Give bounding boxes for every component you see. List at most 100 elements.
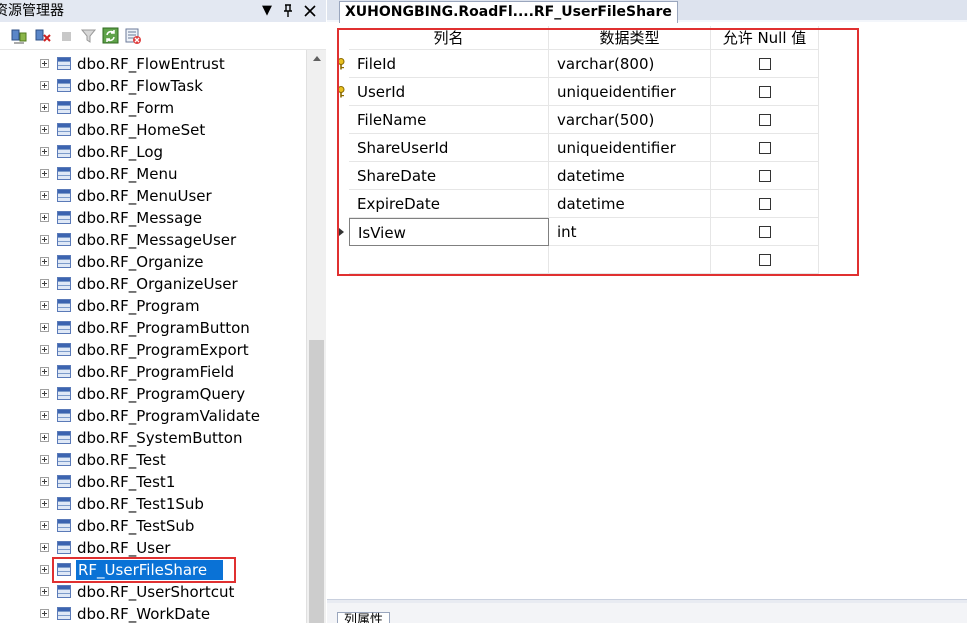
stop-icon[interactable] <box>58 27 76 45</box>
tree-node-label: dbo.RF_UserShortcut <box>77 583 235 601</box>
tree-node[interactable]: dbo.RF_TestSub <box>0 515 306 537</box>
tree-node-label: dbo.RF_Log <box>77 143 164 161</box>
table-icon <box>57 365 71 378</box>
auto-hide-pin-icon[interactable] <box>279 1 297 21</box>
table-icon <box>57 123 71 136</box>
expand-plus-icon[interactable] <box>40 213 49 222</box>
expand-plus-icon[interactable] <box>40 433 49 442</box>
expand-plus-icon[interactable] <box>40 235 49 244</box>
expand-plus-icon[interactable] <box>40 191 49 200</box>
tree-scrollbar[interactable] <box>306 50 326 623</box>
expand-plus-icon[interactable] <box>40 389 49 398</box>
expand-plus-icon[interactable] <box>40 279 49 288</box>
expand-plus-icon[interactable] <box>40 499 49 508</box>
expand-plus-icon[interactable] <box>40 455 49 464</box>
tree-node[interactable]: dbo.RF_Test1 <box>0 471 306 493</box>
object-tree: dbo.RF_FlowEntrust dbo.RF_FlowTask dbo.RF_… <box>0 50 306 623</box>
tree-node[interactable]: dbo.RF_Menu <box>0 163 306 185</box>
expand-plus-icon[interactable] <box>40 543 49 552</box>
expand-plus-icon[interactable] <box>40 169 49 178</box>
window-position-dropdown-icon[interactable]: ▼ <box>258 1 276 21</box>
expand-plus-icon[interactable] <box>40 125 49 134</box>
tree-node-label: dbo.RF_Test1 <box>77 473 176 491</box>
scroll-up-arrow-icon[interactable] <box>313 56 321 61</box>
tree-node[interactable]: dbo.RF_HomeSet <box>0 119 306 141</box>
disconnect-icon[interactable] <box>34 27 52 45</box>
filter-icon[interactable] <box>80 27 98 45</box>
tree-node-label: dbo.RF_WorkDate <box>77 605 211 623</box>
expand-plus-icon[interactable] <box>40 521 49 530</box>
tab-rf-userfileshare[interactable]: XUHONGBING.RoadFl....RF_UserFileShare <box>339 1 678 23</box>
tree-node[interactable]: dbo.RF_FlowEntrust <box>0 53 306 75</box>
tree-node[interactable]: dbo.RF_ProgramButton <box>0 317 306 339</box>
table-icon <box>57 299 71 312</box>
summary-icon[interactable] <box>124 27 142 45</box>
tree-node[interactable]: dbo.RF_ProgramQuery <box>0 383 306 405</box>
table-icon <box>57 607 71 620</box>
table-icon <box>57 277 71 290</box>
tree-node[interactable]: dbo.RF_OrganizeUser <box>0 273 306 295</box>
tree-node[interactable]: dbo.RF_ProgramField <box>0 361 306 383</box>
expand-plus-icon[interactable] <box>40 345 49 354</box>
refresh-icon[interactable] <box>102 27 120 45</box>
table-icon <box>57 343 71 356</box>
object-explorer-toolbar <box>0 22 326 50</box>
expand-plus-icon[interactable] <box>40 609 49 618</box>
tree-node[interactable]: dbo.RF_Message <box>0 207 306 229</box>
table-icon <box>57 167 71 180</box>
tree-node-label: dbo.RF_MessageUser <box>77 231 237 249</box>
expand-plus-icon[interactable] <box>40 323 49 332</box>
expand-plus-icon[interactable] <box>40 477 49 486</box>
tree-node[interactable]: dbo.RF_UserShortcut <box>0 581 306 603</box>
expand-plus-icon[interactable] <box>40 59 49 68</box>
expand-plus-icon[interactable] <box>40 301 49 310</box>
tree-node[interactable]: dbo.RF_ProgramExport <box>0 339 306 361</box>
table-icon <box>57 79 71 92</box>
expand-plus-icon[interactable] <box>40 81 49 90</box>
tree-node-label: dbo.RF_SystemButton <box>77 429 243 447</box>
table-icon <box>57 101 71 114</box>
expand-plus-icon[interactable] <box>40 565 49 574</box>
tree-node-label: dbo.RF_ProgramButton <box>77 319 250 337</box>
table-icon <box>57 321 71 334</box>
tree-node[interactable]: dbo.RF_MenuUser <box>0 185 306 207</box>
expand-plus-icon[interactable] <box>40 257 49 266</box>
expand-plus-icon[interactable] <box>40 147 49 156</box>
table-icon <box>57 519 71 532</box>
table-icon <box>57 431 71 444</box>
table-icon <box>57 585 71 598</box>
expand-plus-icon[interactable] <box>40 367 49 376</box>
tab-column-properties[interactable]: 列属性 <box>337 612 391 623</box>
object-explorer-panel: 资源管理器 ▼ dbo.RF_FlowEntrust dbo.RF_FlowTas… <box>0 0 326 623</box>
tree-node-label: dbo.RF_Organize <box>77 253 204 271</box>
document-tab-strip: XUHONGBING.RoadFl....RF_UserFileShare <box>327 0 967 23</box>
expand-plus-icon[interactable] <box>40 411 49 420</box>
tree-node[interactable]: dbo.RF_Log <box>0 141 306 163</box>
tree-scrollbar-thumb[interactable] <box>309 340 324 623</box>
connect-icon[interactable] <box>10 27 28 45</box>
tree-node[interactable]: dbo.RF_ProgramValidate <box>0 405 306 427</box>
table-icon <box>57 409 71 422</box>
tree-node[interactable]: dbo.RF_Form <box>0 97 306 119</box>
tree-node-label: dbo.RF_ProgramField <box>77 363 235 381</box>
tree-node[interactable]: dbo.RF_MessageUser <box>0 229 306 251</box>
tree-node[interactable]: dbo.RF_SystemButton <box>0 427 306 449</box>
tree-node[interactable]: dbo.RF_Organize <box>0 251 306 273</box>
tree-node[interactable]: dbo.RF_Test <box>0 449 306 471</box>
tree-node-label: dbo.RF_Menu <box>77 165 178 183</box>
expand-plus-icon[interactable] <box>40 103 49 112</box>
tree-node[interactable]: dbo.RF_FlowTask <box>0 75 306 97</box>
close-panel-icon[interactable] <box>301 1 319 21</box>
table-icon <box>57 497 71 510</box>
tree-node[interactable]: dbo.RF_Program <box>0 295 306 317</box>
tree-node-label: dbo.RF_ProgramExport <box>77 341 249 359</box>
tree-node[interactable]: dbo.RF_User <box>0 537 306 559</box>
columns-highlight-box <box>337 28 859 276</box>
table-icon <box>57 57 71 70</box>
tree-node[interactable]: dbo.RF_WorkDate <box>0 603 306 623</box>
table-icon <box>57 211 71 224</box>
columns-grid: 列名 数据类型 允许 Null 值 FileId varchar(800) User… <box>327 24 967 599</box>
tree-node-label: dbo.RF_TestSub <box>77 517 195 535</box>
expand-plus-icon[interactable] <box>40 587 49 596</box>
tree-node[interactable]: dbo.RF_Test1Sub <box>0 493 306 515</box>
